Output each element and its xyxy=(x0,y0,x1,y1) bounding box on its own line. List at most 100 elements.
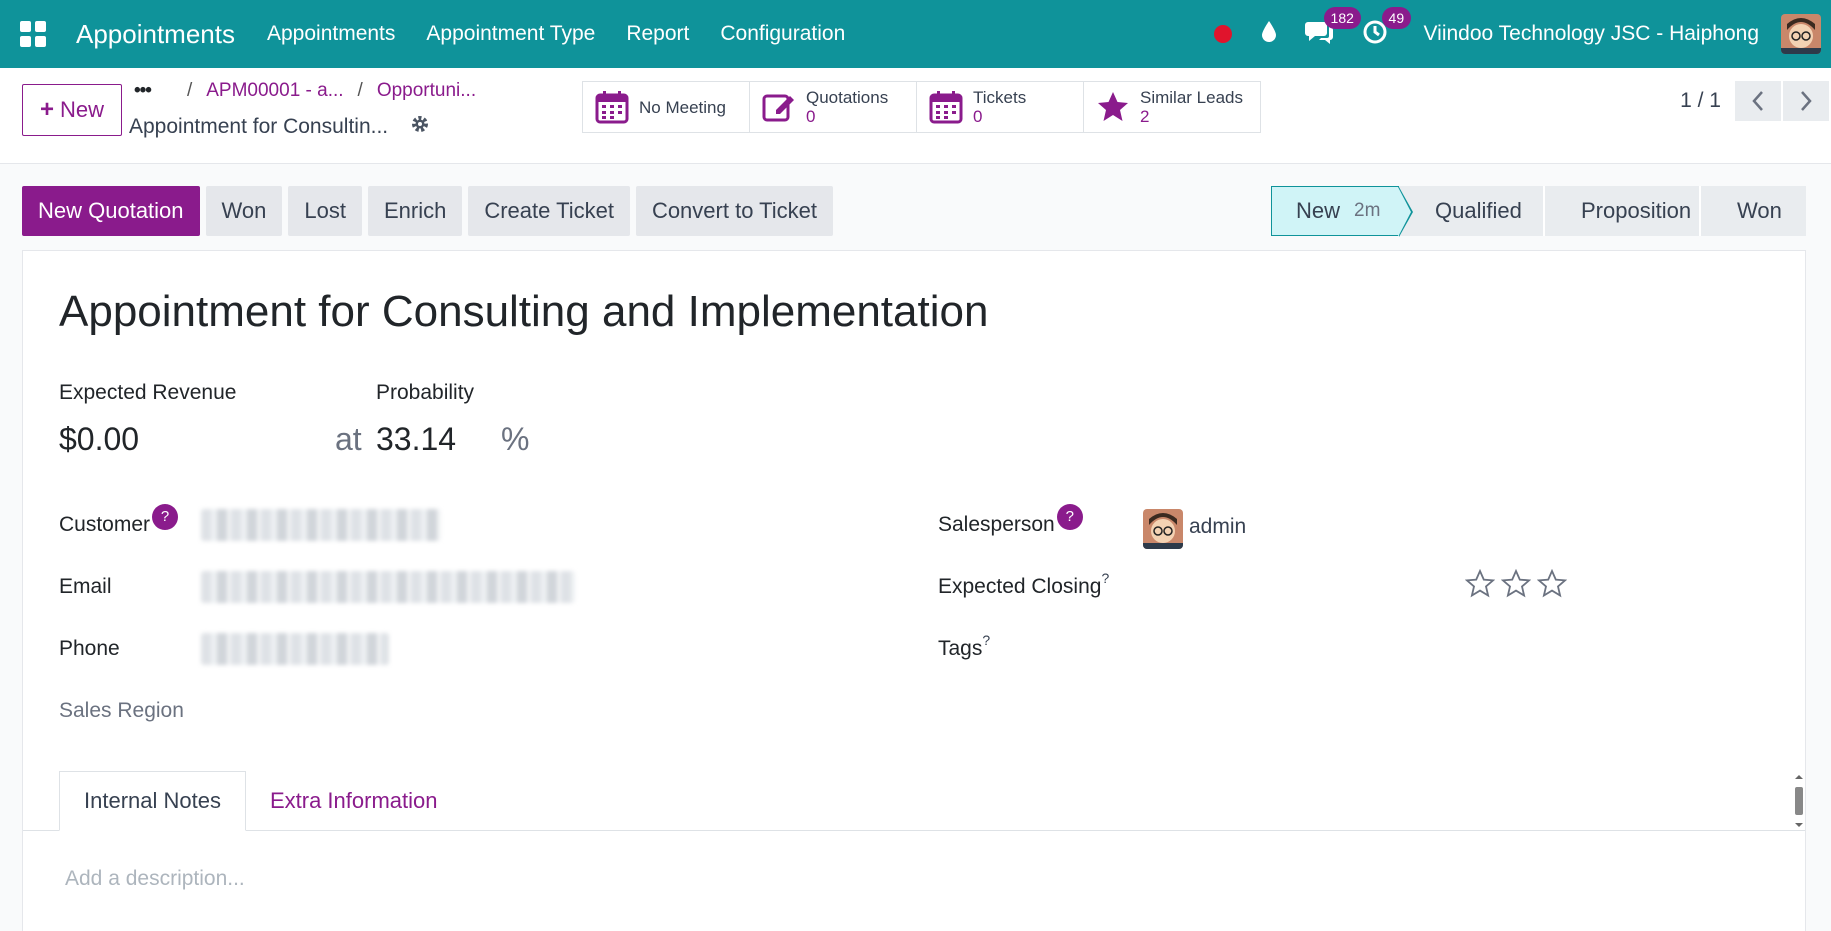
star-outline-icon[interactable] xyxy=(1501,569,1531,599)
tickets-smart-button[interactable]: Tickets 0 xyxy=(916,81,1084,133)
control-panel: + New ••• / APM00001 - a... / Opportuni.… xyxy=(0,68,1831,164)
stage-won[interactable]: Won xyxy=(1701,186,1806,236)
enrich-button[interactable]: Enrich xyxy=(367,186,463,236)
quotations-count: 0 xyxy=(806,106,816,126)
menu-report[interactable]: Report xyxy=(626,22,689,46)
scrollbar[interactable] xyxy=(1793,773,1805,829)
activity-button[interactable]: 49 xyxy=(1362,6,1412,50)
drop-icon[interactable] xyxy=(1260,20,1278,49)
similar-leads-count: 2 xyxy=(1140,106,1150,126)
gear-icon[interactable] xyxy=(410,114,430,140)
help-icon[interactable]: ? xyxy=(1056,504,1083,530)
description-field[interactable]: Add a description... xyxy=(65,867,245,891)
customer-label: Customer? xyxy=(59,504,179,540)
stage-proposition-label: Proposition xyxy=(1581,198,1692,223)
breadcrumb-more-button[interactable]: ••• xyxy=(134,80,152,102)
phone-label: Phone xyxy=(59,637,120,660)
opportunity-title[interactable]: Appointment for Consulting and Implement… xyxy=(59,287,988,337)
smart-buttons: No Meeting Quotations 0 Tickets 0 Similar … xyxy=(582,81,1261,133)
chat-button[interactable]: 182 xyxy=(1304,6,1361,50)
sales-region-label: Sales Region xyxy=(59,699,184,722)
meeting-smart-button[interactable]: No Meeting xyxy=(582,81,750,133)
stage-duration: 2m xyxy=(1354,200,1381,221)
star-outline-icon[interactable] xyxy=(1537,569,1567,599)
help-icon[interactable]: ? xyxy=(152,504,179,530)
breadcrumb-appointment[interactable]: APM00001 - a... xyxy=(206,80,343,102)
breadcrumb-separator: / xyxy=(186,80,193,101)
scroll-up-icon[interactable] xyxy=(1793,773,1805,781)
expected-revenue-label: Expected Revenue xyxy=(59,381,237,404)
top-navbar: Appointments Appointments Appointment Ty… xyxy=(0,0,1831,68)
tickets-count: 0 xyxy=(973,106,983,126)
help-mark[interactable]: ? xyxy=(982,632,990,648)
expected-revenue-field[interactable]: $0.00 xyxy=(59,421,139,458)
stage-proposition[interactable]: Proposition xyxy=(1545,186,1701,236)
activity-count-badge: 49 xyxy=(1381,6,1412,29)
notebook-tabs: Internal Notes Extra Information xyxy=(59,771,461,831)
create-ticket-button[interactable]: Create Ticket xyxy=(468,186,630,236)
priority-stars[interactable] xyxy=(1465,569,1573,599)
stage-new[interactable]: New 2m xyxy=(1271,186,1413,237)
breadcrumb-separator: / xyxy=(357,80,363,101)
tags-label: Tags? xyxy=(938,632,991,660)
calendar-icon xyxy=(929,90,963,124)
similar-leads-label: Similar Leads xyxy=(1140,87,1243,107)
quotations-label: Quotations xyxy=(806,87,889,107)
company-switcher[interactable]: Viindoo Technology JSC - Haiphong xyxy=(1424,22,1759,46)
new-button-label: New xyxy=(60,97,105,122)
pager-value[interactable]: 1 / 1 xyxy=(1680,89,1721,113)
pager-next-button[interactable] xyxy=(1783,81,1829,121)
convert-to-ticket-button[interactable]: Convert to Ticket xyxy=(635,186,834,236)
menu-configuration[interactable]: Configuration xyxy=(720,22,845,46)
email-label: Email xyxy=(59,575,112,598)
email-field[interactable] xyxy=(201,571,575,603)
chevron-left-icon xyxy=(1752,91,1763,111)
new-record-button[interactable]: + New xyxy=(22,84,122,136)
tickets-label: Tickets xyxy=(973,87,1027,107)
record-icon[interactable] xyxy=(1213,25,1232,43)
apps-menu-icon[interactable] xyxy=(20,21,46,47)
tab-internal-notes[interactable]: Internal Notes xyxy=(59,771,246,831)
menu-appointments[interactable]: Appointments xyxy=(267,22,395,46)
user-avatar[interactable] xyxy=(1781,14,1821,54)
stage-bar: New 2m Qualified Proposition Won xyxy=(1271,186,1806,237)
pager: 1 / 1 xyxy=(1680,81,1831,121)
breadcrumb: ••• / APM00001 - a... / Opportuni... xyxy=(134,80,476,102)
menu-appointment-type[interactable]: Appointment Type xyxy=(426,22,595,46)
new-quotation-button[interactable]: New Quotation xyxy=(22,186,200,236)
form-sheet: Appointment for Consulting and Implement… xyxy=(22,250,1806,931)
app-title[interactable]: Appointments xyxy=(76,19,235,50)
at-label: at xyxy=(335,421,362,457)
star-outline-icon[interactable] xyxy=(1465,569,1495,599)
phone-field[interactable] xyxy=(201,633,389,665)
plus-icon: + xyxy=(39,96,54,123)
pager-previous-button[interactable] xyxy=(1735,81,1781,121)
record-title: Appointment for Consultin... xyxy=(129,115,389,138)
probability-label: Probability xyxy=(376,381,475,404)
record-title-area: Appointment for Consultin... xyxy=(129,114,430,140)
similar-leads-smart-button[interactable]: Similar Leads 2 xyxy=(1083,81,1261,133)
help-mark[interactable]: ? xyxy=(1101,570,1109,586)
probability-field[interactable]: 33.14 xyxy=(376,421,456,458)
customer-field[interactable] xyxy=(201,509,441,541)
salesperson-field[interactable]: admin xyxy=(1189,515,1246,539)
breadcrumb-opportunities[interactable]: Opportuni... xyxy=(377,80,476,102)
tab-extra-information[interactable]: Extra Information xyxy=(246,771,462,831)
calendar-icon xyxy=(595,90,629,124)
scrollbar-thumb[interactable] xyxy=(1795,787,1803,815)
quotations-smart-button[interactable]: Quotations 0 xyxy=(749,81,917,133)
stage-qualified[interactable]: Qualified xyxy=(1399,186,1545,236)
meeting-label: No Meeting xyxy=(639,97,726,117)
action-buttons: New Quotation Won Lost Enrich Create Tic… xyxy=(22,186,839,236)
expected-closing-label: Expected Closing? xyxy=(938,570,1110,598)
percent-label: % xyxy=(501,421,530,457)
edit-icon xyxy=(762,90,796,124)
chat-count-badge: 182 xyxy=(1323,6,1361,29)
won-button[interactable]: Won xyxy=(205,186,283,236)
chevron-right-icon xyxy=(1801,91,1812,111)
stage-won-label: Won xyxy=(1737,198,1782,223)
stage-qualified-label: Qualified xyxy=(1435,198,1522,223)
lost-button[interactable]: Lost xyxy=(288,186,362,236)
scroll-down-icon[interactable] xyxy=(1793,821,1805,829)
star-icon xyxy=(1096,90,1130,124)
